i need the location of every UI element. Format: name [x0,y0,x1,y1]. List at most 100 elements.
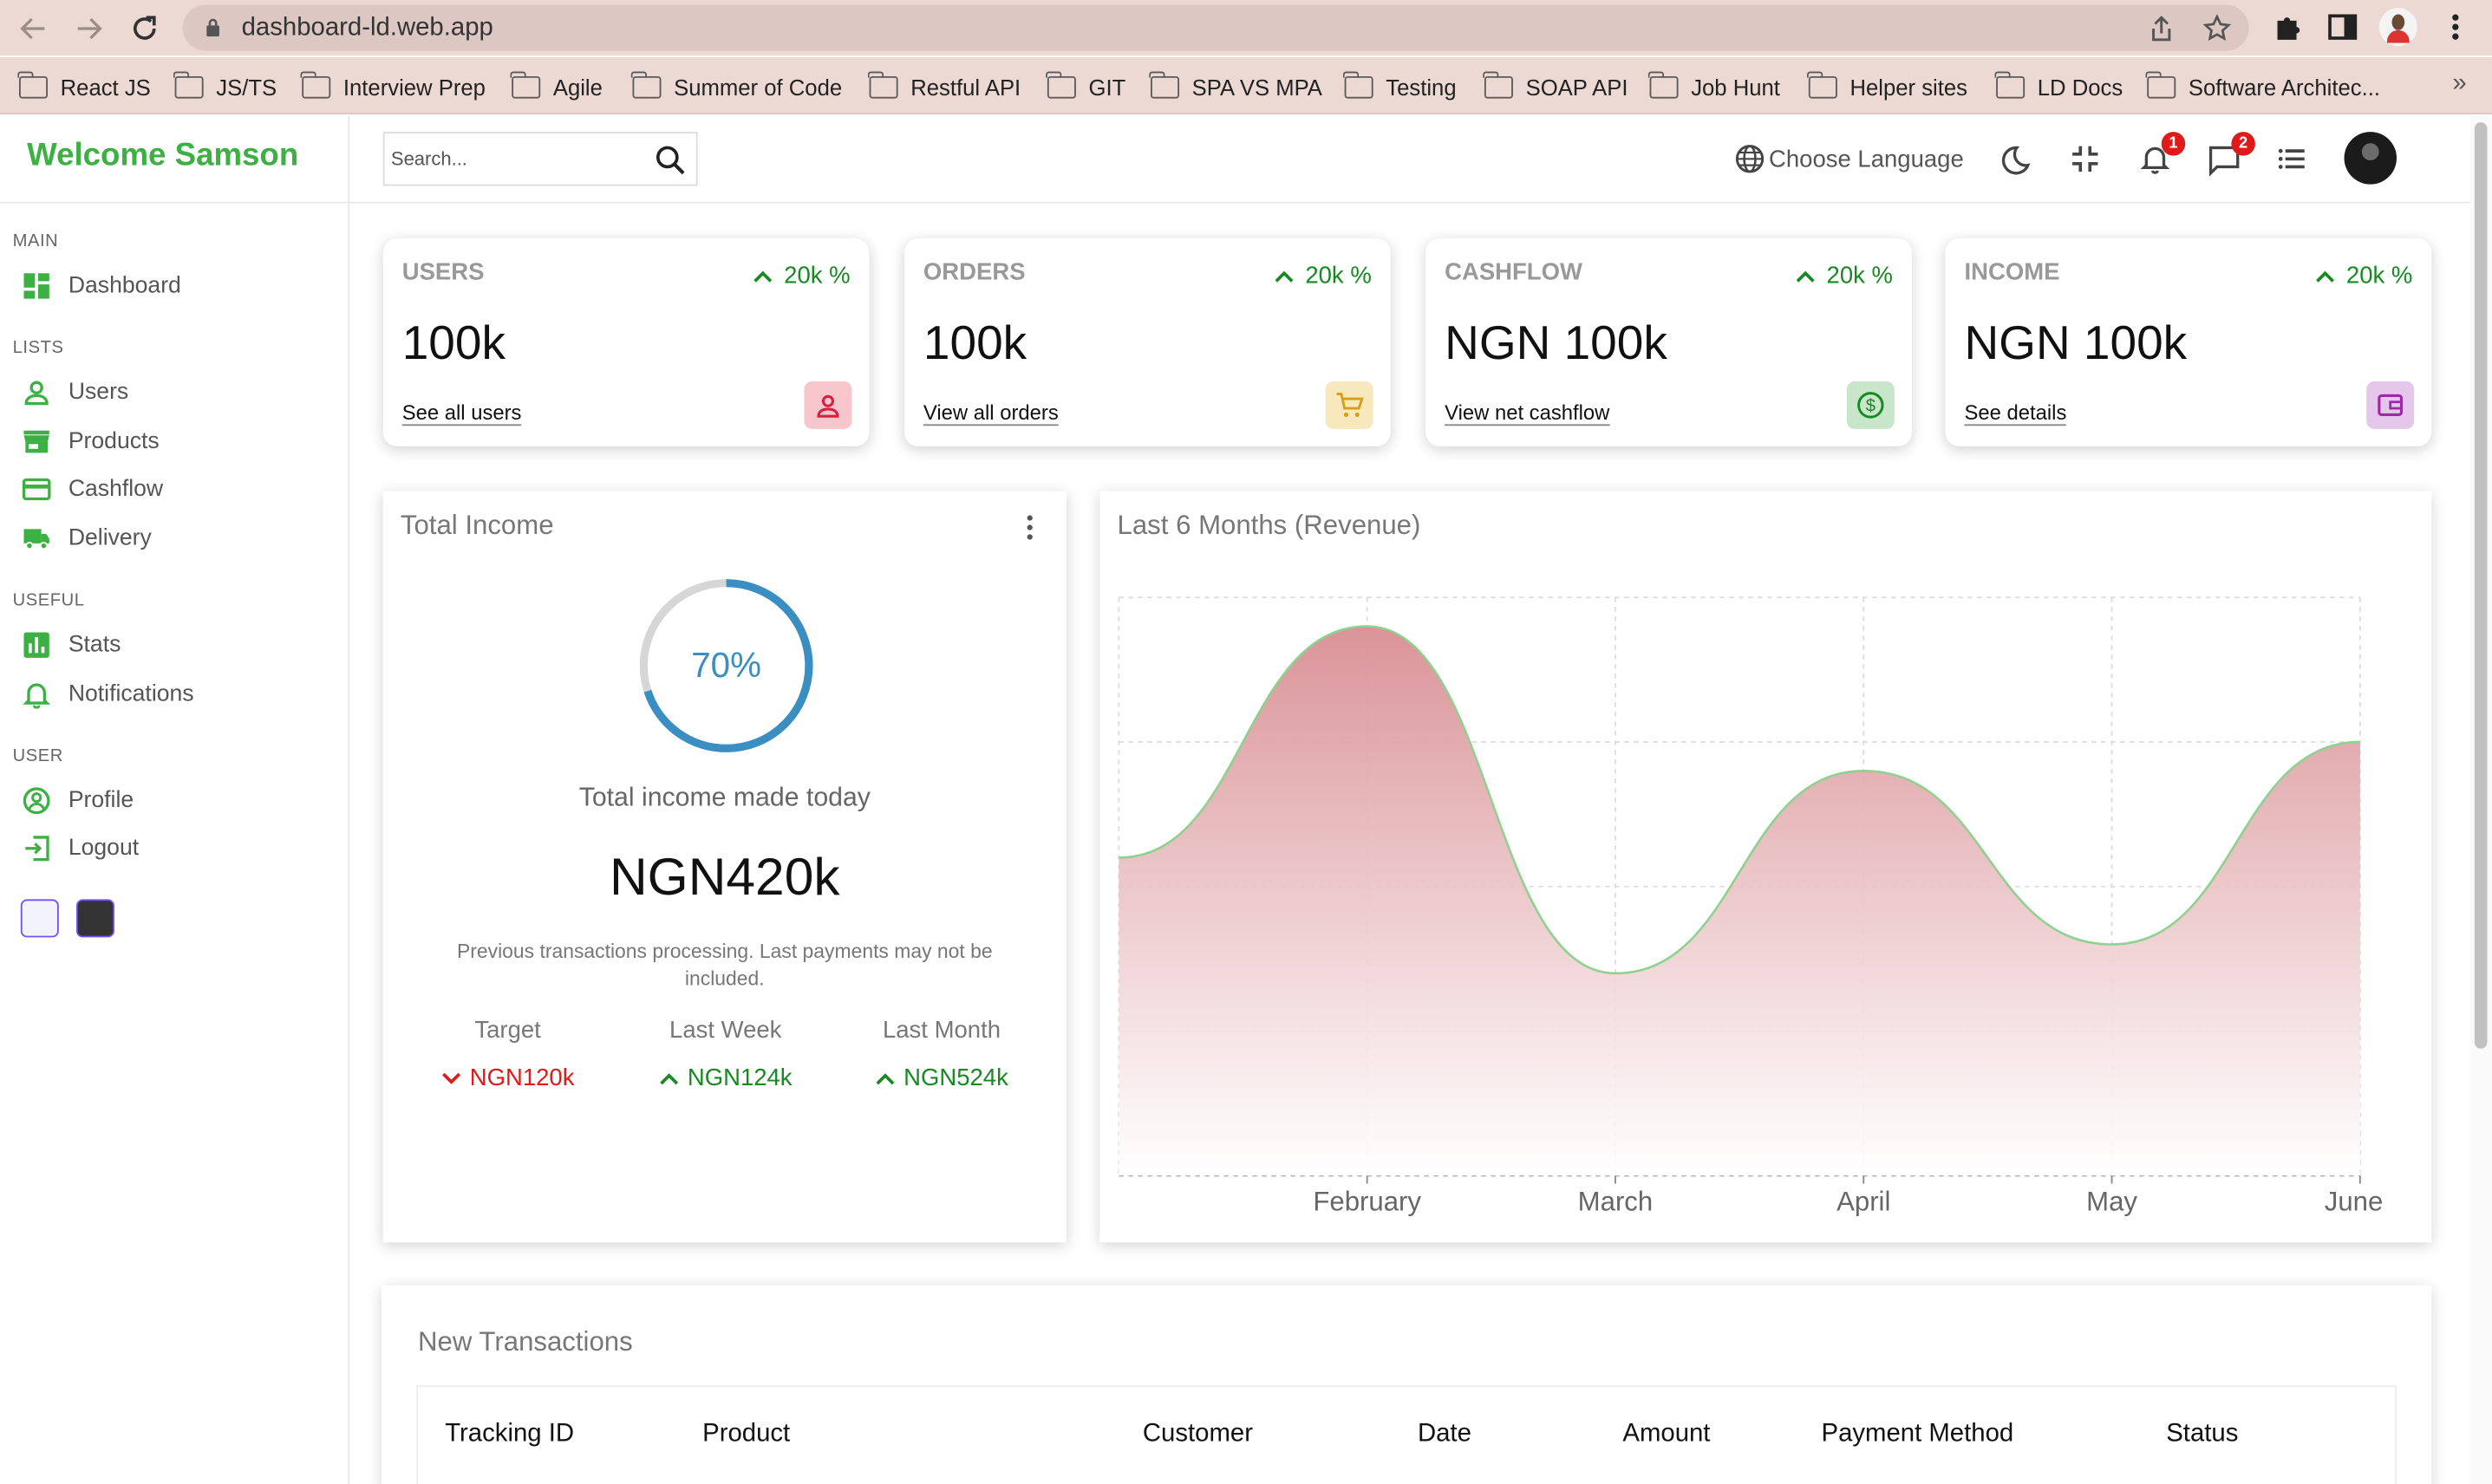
truck-icon [23,529,49,550]
extensions-puzzle-icon[interactable] [2273,11,2305,43]
sidebar-item-notifications[interactable]: Notifications [23,680,194,709]
chevron-up-icon [2316,270,2335,282]
widget-value: NGN 100k [1964,317,2188,371]
dark-theme-option[interactable] [75,899,114,938]
widget-title: USERS [401,258,485,286]
summary-label: Last Month [882,1017,1001,1045]
widget-link[interactable]: View net cashflow [1445,400,1610,426]
address-bar[interactable]: dashboard-ld.web.app [182,4,2249,51]
search-box [382,132,698,186]
bookmark-folder[interactable]: GIT [1046,71,1125,101]
chevron-down-icon [441,1071,460,1084]
dark-mode-moon-icon[interactable] [1999,145,2032,177]
column-header[interactable]: Product [702,1421,790,1449]
list-icon[interactable] [2278,146,2306,172]
sidebar-item-delivery[interactable]: Delivery [23,524,152,553]
reload-icon[interactable] [127,11,162,46]
bar-chart-icon [23,632,49,658]
sidebar-item-stats[interactable]: Stats [23,631,121,660]
sidebar-item-users[interactable]: Users [23,378,129,407]
bookmark-folder[interactable]: Summer of Code [631,71,842,101]
widget-link[interactable]: See all users [401,400,522,426]
bookmarks-bar: React JS JS/TS Interview Prep Agile Summ… [0,56,2492,114]
bookmark-folder[interactable]: Restful API [868,71,1021,101]
progress-label: 70% [691,645,761,685]
column-header[interactable]: Customer [1143,1421,1253,1449]
x-tick-label: May [2086,1187,2137,1217]
side-panel-icon[interactable] [2326,11,2358,43]
brand-title[interactable]: Welcome Samson [27,138,298,174]
shopping-cart-icon [1325,381,1373,429]
bookmark-folder[interactable]: SPA VS MPA [1149,71,1322,101]
chevron-up-icon [753,270,773,282]
column-header[interactable]: Payment Method [1822,1421,2014,1449]
sidebar: Welcome Samson MAIN Dashboard LISTS User… [0,115,350,1484]
folder-icon [631,71,662,99]
bookmark-folder[interactable]: Job Hunt [1648,71,1780,101]
bookmark-folder[interactable]: JS/TS [173,71,277,101]
chart-area [1119,626,2360,1176]
bookmark-folder[interactable]: Interview Prep [301,71,486,101]
total-income-card: Total Income 70% Total income made today… [382,491,1067,1243]
bookmark-folder[interactable]: Testing [1343,71,1457,101]
widget-percentage: 20k % [1275,262,1372,290]
x-tick-label: March [1578,1187,1654,1217]
folder-icon [1995,71,2026,99]
share-icon[interactable] [2147,14,2176,42]
scrollbar-thumb[interactable] [2474,122,2488,1049]
column-header[interactable]: Amount [1622,1421,1710,1449]
logout-icon [25,836,49,862]
total-income-title: Total Income [400,510,554,541]
folder-icon [1343,71,1373,99]
bookmark-folder[interactable]: SOAP API [1483,71,1628,101]
fullscreen-exit-icon[interactable] [2071,145,2099,173]
store-icon [23,430,49,453]
more-bookmarks-chevron-icon[interactable]: » [2452,70,2466,99]
page-scrollbar[interactable] [2469,115,2492,1484]
sidebar-item-products[interactable]: Products [23,427,160,456]
bookmark-folder[interactable]: Helper sites [1807,71,1967,101]
messages-button[interactable]: 2 [2208,132,2255,177]
star-icon[interactable] [2202,14,2232,42]
widget-link[interactable]: See details [1964,400,2067,426]
sidebar-item-logout[interactable]: Logout [23,834,139,862]
transactions-title: New Transactions [418,1326,633,1357]
user-avatar[interactable] [2344,132,2397,185]
more-vert-icon[interactable] [1025,513,1034,542]
bookmark-folder[interactable]: Software Architec... [2146,71,2380,101]
folder-icon [511,71,541,99]
sidebar-item-label: Products [68,428,160,455]
top-navbar: Choose Language 1 2 [349,116,2492,204]
more-vert-icon[interactable] [2440,11,2472,43]
income-note: Previous transactions processing. Last p… [456,941,993,990]
bookmark-folder[interactable]: React JS [17,71,151,101]
bookmark-folder[interactable]: LD Docs [1995,71,2123,101]
income-caption: Total income made today [578,783,871,812]
back-arrow-icon[interactable] [16,11,50,46]
sidebar-divider [0,201,350,204]
svg-text:$: $ [1866,397,1876,416]
sidebar-item-dashboard[interactable]: Dashboard [23,271,181,300]
screen: dashboard-ld.web.app React JS JS/TS Inte… [0,0,2492,1484]
income-progress-ring: 70% [637,576,815,754]
search-input[interactable] [390,142,646,175]
sidebar-item-label: Stats [68,632,121,658]
forward-arrow-icon[interactable] [71,11,106,46]
x-tick-label: June [2325,1187,2384,1217]
profile-avatar-icon[interactable] [2378,8,2417,47]
notifications-button[interactable]: 1 [2139,132,2186,175]
column-header[interactable]: Tracking ID [445,1421,574,1449]
chart-x-ticks: February March April May June [1313,1175,2384,1217]
light-theme-option[interactable] [20,899,59,938]
bookmark-folder[interactable]: Agile [511,71,603,101]
column-header[interactable]: Date [1418,1421,1471,1449]
language-selector[interactable]: Choose Language [1734,143,1964,175]
column-header[interactable]: Status [2166,1421,2238,1449]
income-amount: NGN420k [610,846,840,906]
sidebar-item-profile[interactable]: Profile [23,786,134,815]
sidebar-item-label: Logout [68,836,140,862]
widget-link[interactable]: View all orders [923,400,1059,426]
summary-value: NGN120k [399,1064,616,1091]
sidebar-item-cashflow[interactable]: Cashflow [22,475,163,504]
search-icon[interactable] [655,145,687,177]
